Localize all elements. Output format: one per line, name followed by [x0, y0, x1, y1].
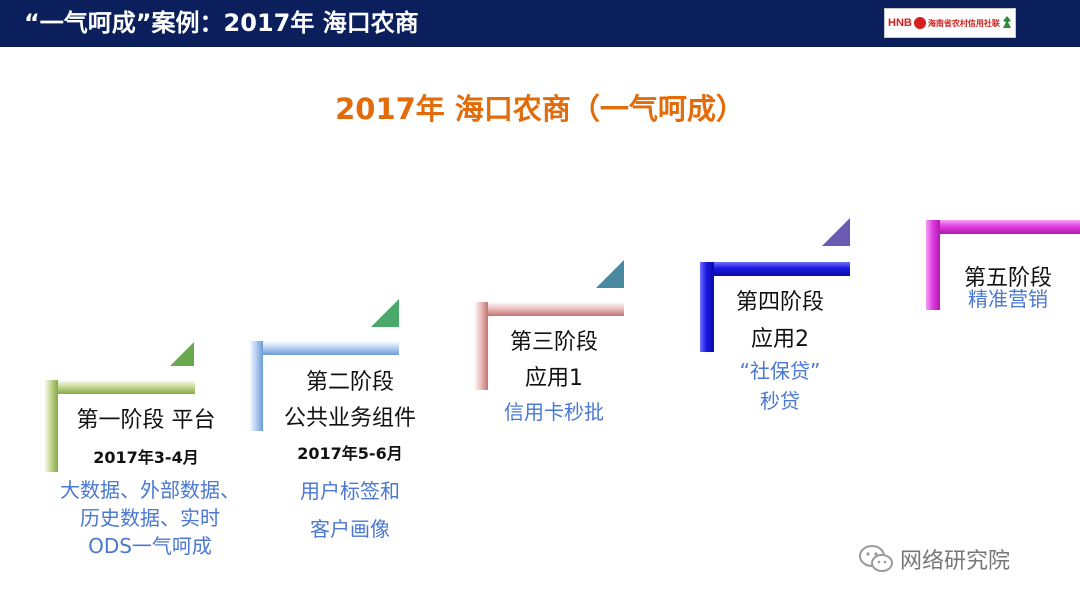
stage-4-title: 第四阶段: [735, 290, 824, 315]
stage-2-subtitle: 公共业务组件: [283, 406, 416, 431]
stage-4-desc-line: 秒贷: [760, 389, 800, 413]
stage-2-date: 2017年5-6月: [297, 444, 403, 463]
stage-2-desc-line: 客户画像: [310, 517, 390, 541]
stage-3-corner-triangle: [596, 260, 624, 288]
stage-1-description: 大数据、外部数据、 历史数据、实时 ODS一气呵成: [40, 476, 260, 560]
stage-4-description: “社保贷” 秒贷: [710, 356, 850, 416]
watermark: 网络研究院: [858, 543, 1010, 575]
stage-1-desc-line: 大数据、外部数据、: [60, 478, 240, 502]
stage-1-desc-line: ODS一气呵成: [88, 534, 212, 558]
stage-2-corner-triangle: [371, 299, 399, 327]
stage-3-desc-line: 信用卡秒批: [504, 400, 604, 424]
stage-4-corner-triangle: [822, 218, 850, 246]
stage-1-date: 2017年3-4月: [93, 448, 199, 467]
stage-4-desc-line: “社保贷”: [739, 359, 821, 383]
stage-5-desc-line: 精准营销: [968, 287, 1048, 311]
stage-1-desc-line: 历史数据、实时: [80, 506, 220, 530]
stage-3-title: 第三阶段: [509, 330, 598, 355]
stage-2-title: 第二阶段: [305, 370, 394, 395]
watermark-text: 网络研究院: [900, 549, 1011, 574]
stage-3-subtitle: 应用1: [525, 366, 583, 391]
stage-5-description: 精准营销: [948, 285, 1068, 313]
stage-1-title: 第一阶段 平台: [76, 408, 216, 433]
stage-1-corner-triangle: [170, 342, 194, 366]
stage-2-desc-line: 用户标签和: [300, 479, 400, 503]
stage-2-description: 用户标签和 客户画像: [280, 472, 420, 548]
stage-4-subtitle: 应用2: [751, 327, 809, 352]
wechat-icon: [859, 545, 893, 572]
stage-3-description: 信用卡秒批: [484, 398, 624, 426]
